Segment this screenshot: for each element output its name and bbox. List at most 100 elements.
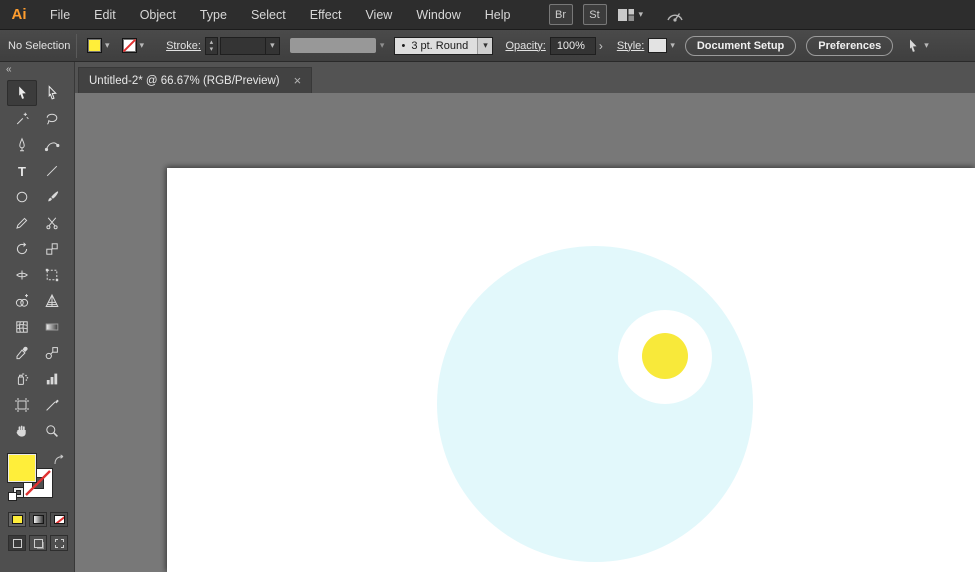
width-tool[interactable] <box>7 262 37 288</box>
graphic-style-dropdown[interactable]: ▾ <box>648 38 675 53</box>
menu-object[interactable]: Object <box>128 0 188 30</box>
stock-button[interactable]: St <box>582 4 607 25</box>
sun-circle-shape[interactable] <box>642 333 688 379</box>
gradient-tool[interactable] <box>37 314 67 340</box>
workspace-switcher-button[interactable]: ▾ <box>617 8 644 22</box>
fill-stroke-indicator <box>8 454 66 504</box>
close-tab-icon[interactable]: × <box>294 74 302 87</box>
zoom-tool[interactable] <box>37 418 67 444</box>
rotate-tool[interactable] <box>7 236 37 262</box>
pen-tool[interactable] <box>7 132 37 158</box>
free-transform-tool[interactable] <box>37 262 67 288</box>
app-logo: Ai <box>11 6 27 23</box>
brush-definition-dropdown[interactable]: • 3 pt. Round ▾ <box>394 36 494 55</box>
slice-tool[interactable] <box>37 392 67 418</box>
app-bar-right: Br St ▾ <box>548 4 686 25</box>
style-label[interactable]: Style: <box>617 40 645 52</box>
lasso-icon <box>46 113 58 125</box>
color-button[interactable] <box>8 512 26 527</box>
mesh-icon <box>16 321 28 333</box>
align-options-button[interactable]: ▾ <box>905 38 929 54</box>
menu-type[interactable]: Type <box>188 0 239 30</box>
collapse-panel-button[interactable]: « <box>0 62 74 78</box>
hand-tool[interactable] <box>7 418 37 444</box>
none-chip <box>53 515 65 524</box>
symbol-sprayer-tool[interactable] <box>7 366 37 392</box>
magic-wand-tool[interactable] <box>7 106 37 132</box>
ellipse-tool[interactable] <box>7 184 37 210</box>
paintbrush-tool[interactable] <box>37 184 67 210</box>
paintbrush-icon <box>48 191 59 202</box>
column-graph-tool[interactable] <box>37 366 67 392</box>
menu-items: File Edit Object Type Select Effect View… <box>38 0 523 30</box>
stepper-down-icon: ▾ <box>209 45 214 53</box>
shape-builder-tool[interactable] <box>7 288 37 314</box>
draw-inside-button[interactable] <box>50 535 68 551</box>
menu-help[interactable]: Help <box>473 0 523 30</box>
perspective-grid-tool[interactable] <box>37 288 67 314</box>
control-bar: No Selection ▾ ▾ Stroke: ▴▾ ▾ ▾ • 3 pt. <box>0 30 975 62</box>
none-button[interactable] <box>50 512 68 527</box>
lasso-tool[interactable] <box>37 106 67 132</box>
direct-selection-tool[interactable] <box>37 80 67 106</box>
bridge-button[interactable]: Br <box>548 4 573 25</box>
blend-tool[interactable] <box>37 340 67 366</box>
eyedropper-icon <box>16 346 28 360</box>
stroke-weight-stepper[interactable]: ▴ ▾ <box>204 36 218 55</box>
illustrator-window: Ai File Edit Object Type Select Effect V… <box>0 0 975 572</box>
menu-file[interactable]: File <box>38 0 82 30</box>
pencil-tool[interactable] <box>7 210 37 236</box>
rotate-icon <box>16 242 28 255</box>
chevron-down-icon: ▾ <box>264 37 279 54</box>
fill-color-dropdown[interactable]: ▾ <box>87 38 110 53</box>
sky-circle-shape[interactable] <box>437 246 753 562</box>
menu-edit[interactable]: Edit <box>82 0 128 30</box>
curvature-tool[interactable] <box>37 132 67 158</box>
tool-grid: T <box>7 80 67 444</box>
variable-width-profile-dropdown[interactable] <box>289 38 376 53</box>
draw-behind-button[interactable] <box>29 535 47 551</box>
workspace: « T Untitled-2* @ 66.67% (RGB/Preview) × <box>0 62 975 572</box>
draw-normal-button[interactable] <box>8 535 26 551</box>
stroke-color-dropdown[interactable]: ▾ <box>121 38 145 53</box>
document-setup-button[interactable]: Document Setup <box>684 35 797 56</box>
document-tab[interactable]: Untitled-2* @ 66.67% (RGB/Preview) × <box>78 67 313 93</box>
stroke-weight-combo[interactable]: ▾ <box>219 36 280 55</box>
preferences-button[interactable]: Preferences <box>806 35 894 56</box>
line-segment-tool[interactable] <box>37 158 67 184</box>
gpu-performance-icon[interactable] <box>665 7 685 23</box>
pasteboard[interactable] <box>75 93 975 572</box>
artboard[interactable] <box>167 168 975 572</box>
type-tool[interactable]: T <box>7 158 37 184</box>
document-tab-bar: Untitled-2* @ 66.67% (RGB/Preview) × <box>75 62 975 93</box>
slice-knife-icon <box>46 399 59 411</box>
scissors-tool[interactable] <box>37 210 67 236</box>
stroke-none-swatch <box>121 38 137 53</box>
stroke-weight-label[interactable]: Stroke: <box>166 40 201 52</box>
pen-nib-icon <box>19 137 25 152</box>
width-icon <box>16 270 28 280</box>
artboard-tool[interactable] <box>7 392 37 418</box>
menu-select[interactable]: Select <box>239 0 298 30</box>
scale-icon <box>46 243 58 255</box>
default-fill-stroke-icon[interactable] <box>8 488 23 501</box>
menu-window[interactable]: Window <box>404 0 472 30</box>
menu-effect[interactable]: Effect <box>298 0 354 30</box>
menu-view[interactable]: View <box>353 0 404 30</box>
opacity-input[interactable]: 100% <box>549 36 596 55</box>
chevron-down-icon: ▾ <box>139 40 145 50</box>
opacity-preset-chevron-icon[interactable]: › <box>599 39 603 53</box>
gradient-button[interactable] <box>29 512 47 527</box>
perspective-grid-icon <box>45 293 59 307</box>
fill-swatch[interactable] <box>8 454 36 482</box>
gradient-icon <box>45 323 59 331</box>
selection-tool[interactable] <box>7 80 37 106</box>
opacity-label[interactable]: Opacity: <box>505 40 545 52</box>
none-diagonal-icon <box>122 39 136 52</box>
draw-inside-icon <box>54 538 64 548</box>
chevron-down-icon: ▾ <box>638 9 644 19</box>
swap-fill-stroke-icon[interactable] <box>53 454 66 467</box>
eyedropper-tool[interactable] <box>7 340 37 366</box>
scale-tool[interactable] <box>37 236 67 262</box>
mesh-tool[interactable] <box>7 314 37 340</box>
